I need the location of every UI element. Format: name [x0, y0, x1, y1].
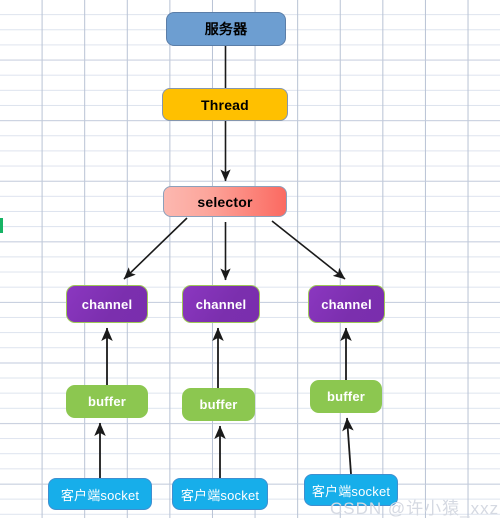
node-buffer-3-label: buffer: [326, 389, 366, 404]
node-selector[interactable]: selector: [163, 186, 287, 217]
watermark: CSDN @许小猿_xxz: [330, 499, 500, 518]
node-buffer-2[interactable]: buffer: [182, 388, 255, 421]
node-server[interactable]: 服务器: [166, 12, 286, 46]
node-thread[interactable]: Thread: [162, 88, 288, 121]
node-server-label: 服务器: [204, 21, 248, 37]
node-channel-1-label: channel: [81, 296, 133, 312]
node-thread-label: Thread: [201, 96, 249, 113]
node-channel-2[interactable]: channel: [182, 285, 260, 323]
node-client-socket-2[interactable]: 客户端socket: [172, 478, 268, 510]
node-client-socket-1-label: 客户端socket: [60, 487, 140, 503]
node-buffer-1-label: buffer: [87, 394, 127, 409]
node-channel-3-label: channel: [321, 296, 372, 312]
node-channel-3[interactable]: channel: [308, 285, 385, 323]
node-buffer-2-label: buffer: [199, 397, 238, 412]
node-channel-2-label: channel: [195, 296, 247, 312]
spreadsheet-grid-major-lines: [0, 0, 500, 518]
node-buffer-1[interactable]: buffer: [66, 385, 148, 418]
node-buffer-3[interactable]: buffer: [310, 380, 382, 413]
node-client-socket-2-label: 客户端socket: [180, 487, 260, 503]
row-marker: [0, 218, 3, 233]
node-client-socket-1[interactable]: 客户端socket: [48, 478, 152, 510]
diagram-canvas: 服务器 Thread selector channel channel chan…: [0, 0, 500, 518]
node-selector-label: selector: [197, 193, 253, 210]
node-channel-1[interactable]: channel: [66, 285, 148, 323]
